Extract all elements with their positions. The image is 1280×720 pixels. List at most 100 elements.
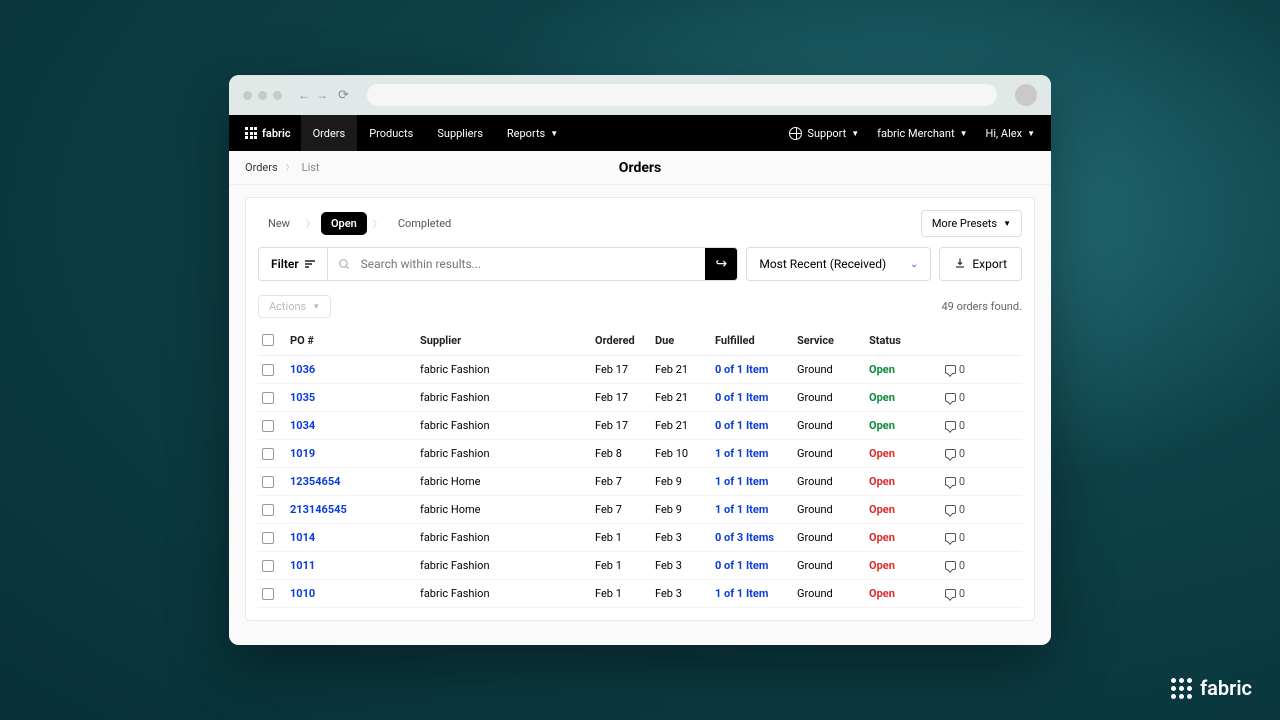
row-service: Ground <box>797 391 869 404</box>
message-icon[interactable] <box>945 449 956 458</box>
url-bar[interactable] <box>367 84 997 106</box>
row-supplier: fabric Fashion <box>420 363 595 376</box>
nav-tab-suppliers[interactable]: Suppliers <box>425 115 495 151</box>
profile-avatar[interactable] <box>1015 84 1037 106</box>
col-ordered[interactable]: Ordered <box>595 334 655 347</box>
row-checkbox[interactable] <box>262 560 274 572</box>
fulfilled-link[interactable]: 1 of 1 Item <box>715 587 768 600</box>
row-checkbox[interactable] <box>262 532 274 544</box>
back-icon[interactable]: ← <box>298 88 310 102</box>
traffic-min-icon[interactable] <box>258 91 267 100</box>
msg-count: 0 <box>959 475 965 488</box>
table-row: 1014fabric FashionFeb 1Feb 30 of 3 Items… <box>258 524 1022 552</box>
filter-button[interactable]: Filter <box>259 248 328 280</box>
msg-count: 0 <box>959 391 965 404</box>
col-supplier[interactable]: Supplier <box>420 334 595 347</box>
po-link[interactable]: 1034 <box>290 419 315 432</box>
row-due: Feb 3 <box>655 559 715 572</box>
reload-icon[interactable]: ⟳ <box>338 88 349 103</box>
traffic-close-icon[interactable] <box>243 91 252 100</box>
col-service[interactable]: Service <box>797 334 869 347</box>
msg-count: 0 <box>959 447 965 460</box>
message-icon[interactable] <box>945 533 956 542</box>
row-checkbox[interactable] <box>262 364 274 376</box>
col-po[interactable]: PO # <box>290 334 420 347</box>
fulfilled-link[interactable]: 0 of 3 Items <box>715 531 774 544</box>
table-row: 1010fabric FashionFeb 1Feb 31 of 1 ItemG… <box>258 580 1022 608</box>
select-all-checkbox[interactable] <box>262 334 274 346</box>
fulfilled-link[interactable]: 0 of 1 Item <box>715 391 768 404</box>
preset-completed[interactable]: Completed <box>388 212 461 235</box>
message-icon[interactable] <box>945 505 956 514</box>
col-fulfilled[interactable]: Fulfilled <box>715 334 797 347</box>
message-icon[interactable] <box>945 589 956 598</box>
po-link[interactable]: 1019 <box>290 447 315 460</box>
po-link[interactable]: 1035 <box>290 391 315 404</box>
msg-count: 0 <box>959 531 965 544</box>
status-badge: Open <box>869 447 895 460</box>
logo-grid-icon <box>1171 678 1192 699</box>
forward-icon[interactable]: → <box>316 88 328 102</box>
status-badge: Open <box>869 419 895 432</box>
row-checkbox[interactable] <box>262 448 274 460</box>
status-badge: Open <box>869 475 895 488</box>
row-ordered: Feb 17 <box>595 363 655 376</box>
message-icon[interactable] <box>945 365 956 374</box>
support-menu[interactable]: Support ▼ <box>789 127 859 140</box>
message-icon[interactable] <box>945 421 956 430</box>
row-checkbox[interactable] <box>262 504 274 516</box>
preset-open[interactable]: Open <box>321 212 367 235</box>
po-link[interactable]: 1014 <box>290 531 315 544</box>
row-service: Ground <box>797 587 869 600</box>
message-icon[interactable] <box>945 477 956 486</box>
row-checkbox[interactable] <box>262 420 274 432</box>
more-presets-button[interactable]: More Presets ▼ <box>921 210 1022 237</box>
traffic-max-icon[interactable] <box>273 91 282 100</box>
row-supplier: fabric Fashion <box>420 447 595 460</box>
actions-button[interactable]: Actions ▼ <box>258 295 331 318</box>
table-row: 1036fabric FashionFeb 17Feb 210 of 1 Ite… <box>258 356 1022 384</box>
po-link[interactable]: 12354654 <box>290 475 341 488</box>
export-button[interactable]: Export <box>939 247 1022 281</box>
search-input[interactable] <box>351 248 706 280</box>
results-count: 49 orders found. <box>941 300 1022 313</box>
nav-tab-reports[interactable]: Reports▼ <box>495 115 570 151</box>
sort-select[interactable]: Most Recent (Received) ⌄ <box>746 247 931 281</box>
row-checkbox[interactable] <box>262 476 274 488</box>
row-checkbox[interactable] <box>262 392 274 404</box>
user-menu[interactable]: Hi, Alex ▼ <box>986 127 1035 140</box>
po-link[interactable]: 1010 <box>290 587 315 600</box>
fulfilled-link[interactable]: 1 of 1 Item <box>715 475 768 488</box>
fulfilled-link[interactable]: 0 of 1 Item <box>715 363 768 376</box>
nav-tab-orders[interactable]: Orders <box>301 115 358 151</box>
row-due: Feb 21 <box>655 391 715 404</box>
merchant-menu[interactable]: fabric Merchant ▼ <box>877 127 967 140</box>
po-link[interactable]: 213146545 <box>290 503 347 516</box>
row-ordered: Feb 1 <box>595 531 655 544</box>
row-checkbox[interactable] <box>262 588 274 600</box>
po-link[interactable]: 1011 <box>290 559 315 572</box>
message-icon[interactable] <box>945 561 956 570</box>
row-service: Ground <box>797 363 869 376</box>
traffic-lights <box>243 91 282 100</box>
col-due[interactable]: Due <box>655 334 715 347</box>
row-due: Feb 9 <box>655 475 715 488</box>
message-icon[interactable] <box>945 393 956 402</box>
chevron-down-icon: ⌄ <box>910 259 918 270</box>
breadcrumb: Orders 〉 List <box>245 161 320 174</box>
po-link[interactable]: 1036 <box>290 363 315 376</box>
fulfilled-link[interactable]: 0 of 1 Item <box>715 419 768 432</box>
search-submit-button[interactable]: ↪ <box>705 248 737 280</box>
fulfilled-link[interactable]: 0 of 1 Item <box>715 559 768 572</box>
row-due: Feb 21 <box>655 419 715 432</box>
preset-new[interactable]: New <box>258 212 300 235</box>
fabric-logo[interactable]: fabric <box>245 127 291 140</box>
breadcrumb-orders[interactable]: Orders <box>245 161 278 174</box>
fulfilled-link[interactable]: 1 of 1 Item <box>715 447 768 460</box>
nav-tab-products[interactable]: Products <box>357 115 425 151</box>
col-status[interactable]: Status <box>869 334 929 347</box>
fulfilled-link[interactable]: 1 of 1 Item <box>715 503 768 516</box>
row-service: Ground <box>797 531 869 544</box>
row-due: Feb 9 <box>655 503 715 516</box>
breadcrumb-row: Orders 〉 List Orders <box>229 151 1051 185</box>
